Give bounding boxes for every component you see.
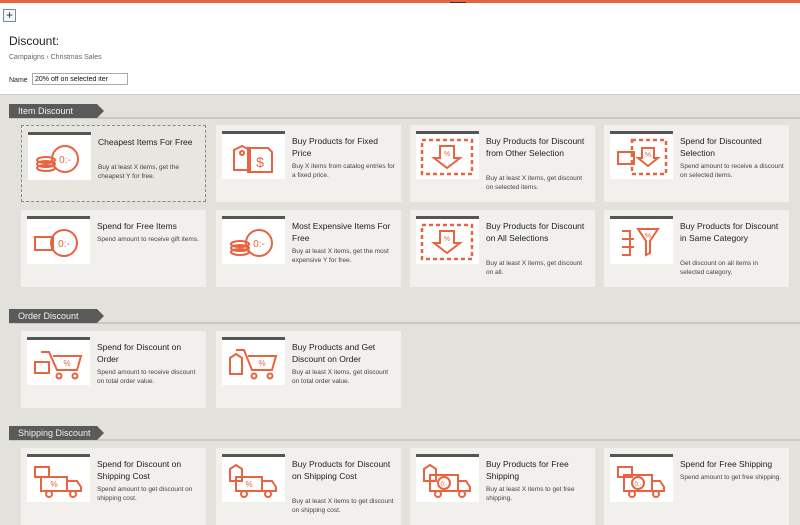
card-title: Buy Products for Discount on All Selecti…: [486, 221, 585, 243]
wallet-discount-icon: %: [610, 131, 673, 179]
card-description: Buy X items from catalog entries for a f…: [292, 163, 395, 179]
card-description: Get discount on all items in selected ca…: [680, 260, 759, 276]
discount-card[interactable]: % Spend for Discount on Shipping Cost Sp…: [21, 448, 206, 525]
wallet-cart-icon: %: [27, 337, 90, 385]
svg-text:%: %: [245, 480, 252, 489]
page-header: + Discount: Campaigns › Christmas Sales …: [0, 3, 800, 95]
name-label: Name: [9, 77, 28, 84]
card-title: Buy Products for Discount from Other Sel…: [486, 136, 585, 158]
discount-card[interactable]: $ Buy Products for Fixed Price Buy X ite…: [216, 125, 401, 202]
svg-text:%: %: [444, 151, 450, 158]
card-title: Buy Products for Discount in Same Catego…: [680, 221, 779, 243]
section-divider: [9, 322, 800, 324]
card-title: Spend for Discount on Shipping Cost: [97, 459, 182, 481]
card-title: Spend for Discounted Selection: [680, 136, 762, 158]
discount-card[interactable]: 0:- Cheapest Items For Free Buy at least…: [21, 125, 206, 202]
name-field[interactable]: [32, 73, 128, 85]
card-description: Buy at least X items, get discount on se…: [486, 175, 583, 191]
card-description: Buy at least X items, get discount on al…: [486, 260, 583, 276]
tag-truck-clock-icon: 0:-: [416, 454, 479, 502]
discount-card[interactable]: 0:- Buy Products for Free Shipping Buy a…: [410, 448, 595, 525]
card-description: Buy at least X items to get discount on …: [292, 498, 394, 514]
svg-text:$: $: [256, 154, 264, 170]
coins-clock-icon: 0:-: [28, 132, 91, 180]
page-title: Discount:: [9, 34, 60, 48]
card-title: Spend for Free Shipping: [680, 459, 773, 469]
coins-clock-icon: 0:-: [222, 216, 285, 264]
svg-text:%: %: [645, 233, 651, 240]
card-title: Most Expensive Items For Free: [292, 221, 391, 243]
tag-cart-icon: %: [222, 337, 285, 385]
discount-card[interactable]: 0:- Most Expensive Items For Free Buy at…: [216, 210, 401, 287]
discount-selection-icon: %: [416, 216, 479, 264]
discount-card[interactable]: % Buy Products for Discount from Other S…: [410, 125, 595, 202]
discount-card[interactable]: % Buy Products for Discount on Shipping …: [216, 448, 401, 525]
section-divider: [9, 439, 800, 441]
wallet-truck-clock-icon: 0:-: [610, 454, 673, 502]
svg-text:%: %: [50, 480, 57, 489]
discount-card[interactable]: % Spend for Discounted Selection Spend a…: [604, 125, 789, 202]
card-description: Spend amount to receive discount on tota…: [97, 369, 196, 385]
wallet-truck-icon: %: [27, 454, 90, 502]
card-title: Spend for Free Items: [97, 221, 177, 231]
discount-card[interactable]: % Buy Products for Discount on All Selec…: [410, 210, 595, 287]
card-title: Buy Products for Fixed Price: [292, 136, 378, 158]
card-description: Buy at least X items, get the most expen…: [292, 248, 389, 264]
section-label-shipping-discount: Shipping Discount: [9, 426, 104, 440]
card-title: Buy Products for Free Shipping: [486, 459, 569, 481]
svg-text:%: %: [444, 236, 450, 243]
section-label-order-discount: Order Discount: [9, 309, 104, 323]
category-filter-icon: %: [610, 216, 673, 264]
svg-text:0:-: 0:-: [59, 155, 71, 166]
section-label-item-discount: Item Discount: [9, 104, 104, 118]
discount-card[interactable]: 0:- Spend for Free Items Spend amount to…: [21, 210, 206, 287]
card-description: Spend amount to receive a discount on se…: [680, 163, 784, 179]
section-divider: [9, 117, 800, 119]
breadcrumb: Campaigns › Christmas Sales: [9, 54, 102, 61]
svg-text:0:-: 0:-: [253, 239, 265, 250]
svg-text:0:-: 0:-: [440, 482, 447, 488]
card-title: Buy Products and Get Discount on Order: [292, 342, 376, 364]
card-title: Cheapest Items For Free: [98, 137, 193, 147]
card-description: Buy at least X items, get discount on to…: [292, 369, 389, 385]
card-description: Spend amount to receive gift items.: [97, 236, 199, 243]
card-description: Buy at least X items to get free shippin…: [486, 486, 575, 502]
price-tag-dollar-icon: $: [222, 131, 285, 179]
discount-card[interactable]: % Spend for Discount on Order Spend amou…: [21, 331, 206, 408]
tag-truck-icon: %: [222, 454, 285, 502]
svg-text:%: %: [63, 359, 70, 368]
discount-selection-icon: %: [416, 131, 479, 179]
discount-card[interactable]: 0:- Spend for Free Shipping Spend amount…: [604, 448, 789, 525]
card-title: Buy Products for Discount on Shipping Co…: [292, 459, 391, 481]
card-description: Spend amount to get free shipping.: [680, 474, 782, 481]
discount-card[interactable]: % Buy Products for Discount in Same Cate…: [604, 210, 789, 287]
svg-text:%: %: [258, 359, 265, 368]
wallet-clock-icon: 0:-: [27, 216, 90, 264]
discount-card[interactable]: % Buy Products and Get Discount on Order…: [216, 331, 401, 408]
card-description: Buy at least X items, get the cheapest Y…: [98, 164, 179, 180]
svg-text:0:-: 0:-: [634, 482, 641, 488]
card-description: Spend amount to get discount on shipping…: [97, 486, 193, 502]
add-button[interactable]: +: [3, 9, 16, 22]
svg-text:%: %: [645, 152, 651, 159]
svg-text:0:-: 0:-: [58, 239, 70, 250]
card-title: Spend for Discount on Order: [97, 342, 182, 364]
